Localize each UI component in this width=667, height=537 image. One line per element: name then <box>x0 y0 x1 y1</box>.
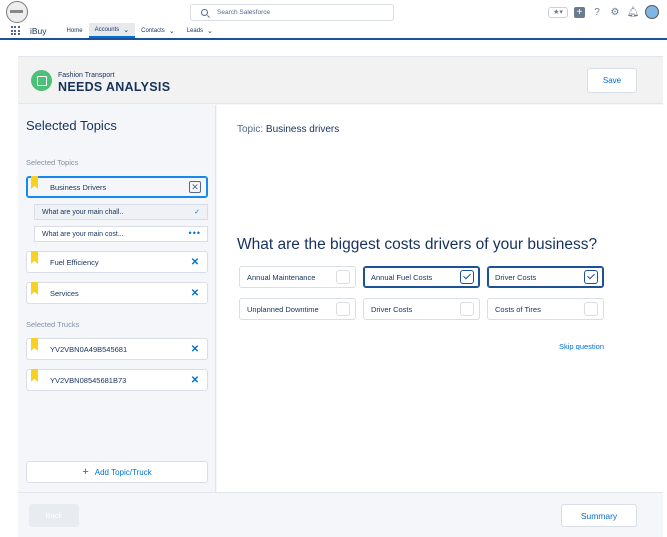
option-checkbox[interactable] <box>460 302 474 316</box>
app-launcher-icon[interactable] <box>0 23 30 38</box>
bookmark-flag-icon <box>31 251 38 264</box>
help-icon[interactable]: ? <box>591 6 603 18</box>
remove-topic-icon[interactable]: ✕ <box>189 256 201 268</box>
option-label: Annual Maintenance <box>247 272 316 282</box>
option-checkbox[interactable] <box>336 302 350 316</box>
summary-button[interactable]: Summary <box>561 504 637 527</box>
option-checkbox[interactable] <box>584 270 598 284</box>
bookmark-flag-icon <box>31 369 38 382</box>
question-item[interactable]: What are your main cost... ••• <box>34 226 208 242</box>
nav-item-label: Home <box>66 27 83 34</box>
question-text: What are the biggest costs drivers of yo… <box>237 236 598 253</box>
needs-analysis-page: Fashion Transport NEEDS ANALYSIS Save Se… <box>18 56 663 537</box>
add-button-label: Add Topic/Truck <box>94 467 152 477</box>
answer-option[interactable]: Annual Maintenance <box>239 266 356 288</box>
remove-topic-icon[interactable]: ✕ <box>189 181 201 193</box>
option-label: Unplanned Downtime <box>247 304 319 314</box>
nav-item-accounts[interactable]: Accounts ⌄ <box>88 23 136 38</box>
more-dots-icon: ••• <box>188 228 201 238</box>
nav-item-contacts[interactable]: Contacts ⌄ <box>135 23 181 38</box>
page-footer: Back Summary <box>18 492 663 537</box>
app-name: iBuy <box>30 25 47 36</box>
answer-option[interactable]: Costs of Tires <box>487 298 604 320</box>
search-placeholder: Search Salesforce <box>217 9 271 16</box>
add-topic-truck-button[interactable]: + Add Topic/Truck <box>26 461 208 483</box>
answer-option[interactable]: Unplanned Downtime <box>239 298 356 320</box>
selected-topics-panel: Selected Topics Selected Topics Business… <box>18 105 216 492</box>
panel-title: Selected Topics <box>26 118 117 133</box>
remove-topic-icon[interactable]: ✕ <box>189 287 201 299</box>
trucks-section-label: Selected Trucks <box>26 320 80 329</box>
option-label: Driver Costs <box>495 272 537 282</box>
page-subtitle: Fashion Transport <box>58 72 115 79</box>
chevron-down-icon[interactable]: ⌄ <box>123 26 129 34</box>
topic-item-fuel-efficiency[interactable]: Fuel Efficiency ✕ <box>26 251 208 273</box>
topic-prefix: Topic: <box>237 124 264 135</box>
topic-name: Business drivers <box>265 124 340 135</box>
plus-icon: + <box>82 466 89 478</box>
nav-item-leads[interactable]: Leads ⌄ <box>181 23 219 38</box>
nav-item-label: Contacts <box>141 27 165 34</box>
skip-question-link[interactable]: Skip question <box>559 342 604 351</box>
page-header: Fashion Transport NEEDS ANALYSIS Save <box>18 57 663 104</box>
nav-item-label: Leads <box>186 27 204 34</box>
notifications-bell-icon[interactable]: 🔔︎ <box>627 6 640 18</box>
chevron-down-icon[interactable]: ⌄ <box>207 27 213 35</box>
truck-item[interactable]: YV2VBN0A49B545681 ✕ <box>26 338 208 360</box>
bookmark-flag-icon <box>31 282 38 295</box>
save-button[interactable]: Save <box>587 68 637 93</box>
option-checkbox[interactable] <box>336 270 350 284</box>
global-header: Search Salesforce ★▾ + ? ⚙ 🔔︎ <box>0 0 667 23</box>
option-label: Costs of Tires <box>495 304 541 314</box>
topic-label: Business Drivers <box>50 182 107 192</box>
record-type-icon <box>31 70 52 91</box>
topic-label: Services <box>50 288 79 298</box>
page-title: NEEDS ANALYSIS <box>58 80 171 94</box>
remove-truck-icon[interactable]: ✕ <box>189 343 201 355</box>
check-icon: ✓ <box>194 209 200 216</box>
bookmark-flag-icon <box>31 338 38 351</box>
question-label: What are your main cost... <box>42 230 124 238</box>
user-avatar[interactable] <box>645 5 659 19</box>
option-checkbox[interactable] <box>584 302 598 316</box>
question-label: What are your main chall.. <box>42 208 124 216</box>
topic-item-business-drivers[interactable]: Business Drivers ✕ <box>26 176 208 198</box>
favorites-icon[interactable]: ★▾ <box>548 6 568 18</box>
global-add-icon[interactable]: + <box>574 6 585 18</box>
search-icon <box>201 9 208 16</box>
app-navigation: iBuy Home Accounts ⌄ Contacts ⌄ Leads ⌄ <box>0 23 667 40</box>
back-button[interactable]: Back <box>29 504 79 527</box>
answer-option[interactable]: Annual Fuel Costs <box>363 266 480 288</box>
truck-label: YV2VBN0A49B545681 <box>50 344 128 354</box>
setup-gear-icon[interactable]: ⚙ <box>609 6 621 18</box>
header-utility-icons: ★▾ + ? ⚙ 🔔︎ <box>548 5 659 19</box>
truck-label: YV2VBN08545681B73 <box>50 375 127 385</box>
current-topic-heading: Topic: Business drivers <box>237 124 339 135</box>
chevron-down-icon[interactable]: ⌄ <box>169 27 175 35</box>
topic-item-services[interactable]: Services ✕ <box>26 282 208 304</box>
option-checkbox[interactable] <box>460 270 474 284</box>
question-panel: Topic: Business drivers What are the big… <box>217 105 663 492</box>
option-label: Annual Fuel Costs <box>371 272 433 282</box>
topic-label: Fuel Efficiency <box>50 257 99 267</box>
bookmark-flag-icon <box>31 176 38 189</box>
topics-section-label: Selected Topics <box>26 158 79 167</box>
company-logo[interactable] <box>6 1 28 23</box>
remove-truck-icon[interactable]: ✕ <box>189 374 201 386</box>
answer-option[interactable]: Driver Costs <box>487 266 604 288</box>
question-item[interactable]: What are your main chall.. ✓ <box>34 204 208 220</box>
nav-item-label: Accounts <box>94 26 120 33</box>
global-search[interactable]: Search Salesforce <box>190 4 394 21</box>
answer-option[interactable]: Driver Costs <box>363 298 480 320</box>
truck-item[interactable]: YV2VBN08545681B73 ✕ <box>26 369 208 391</box>
option-label: Driver Costs <box>371 304 413 314</box>
nav-item-home[interactable]: Home <box>61 23 89 38</box>
